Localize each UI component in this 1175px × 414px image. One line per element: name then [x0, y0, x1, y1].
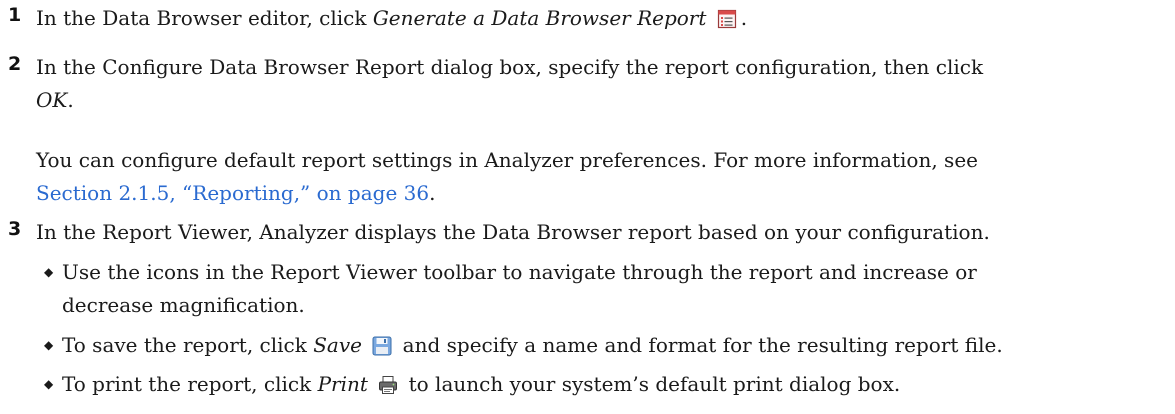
bullet-text-post: to launch your system’s default print di…: [402, 372, 901, 396]
step-text: In the Data Browser editor, click Genera…: [36, 2, 747, 39]
report-icon: [717, 6, 737, 39]
bullet-text: decrease magnification.: [62, 293, 305, 317]
step-text: In the Configure Data Browser Report dia…: [36, 51, 983, 117]
save-icon: [372, 333, 392, 366]
step-text-pre: In the Data Browser editor, click: [36, 6, 373, 30]
print-icon: [378, 372, 398, 405]
note-line: Section 2.1.5, “Reporting,” on page 36.: [36, 177, 978, 210]
bullet-text-pre: To save the report, click: [62, 333, 314, 357]
bullet-icon: ◆: [44, 265, 54, 279]
punctuation: .: [67, 88, 74, 112]
note-text: You can configure default report setting…: [36, 148, 978, 172]
step-number: 3: [8, 218, 22, 240]
bullet-item: ◆ To save the report, click Save and spe…: [44, 329, 1003, 366]
bullet-item: ◆ Use the icons in the Report Viewer too…: [44, 256, 977, 322]
step-number: 1: [8, 4, 22, 26]
bullet-text: Use the icons in the Report Viewer toolb…: [62, 260, 977, 284]
bullet-text-post: and specify a name and format for the re…: [396, 333, 1003, 357]
step-text-line: In the Configure Data Browser Report dia…: [36, 55, 984, 79]
generate-report-command: Generate a Data Browser Report: [372, 6, 707, 30]
step-number: 2: [8, 53, 22, 75]
bullet-icon: ◆: [44, 377, 54, 391]
bullet-text-pre: To print the report, click: [62, 372, 318, 396]
step-text-line: OK.: [36, 84, 983, 117]
save-command: Save: [313, 333, 362, 357]
bullet-item: ◆ To print the report, click Print to la…: [44, 368, 901, 405]
ok-command: OK: [36, 88, 68, 112]
bullet-icon: ◆: [44, 338, 54, 352]
print-command: Print: [317, 372, 368, 396]
step-text: In the Report Viewer, Analyzer displays …: [36, 220, 990, 244]
step-text-post: .: [740, 6, 748, 30]
step-2-note: You can configure default report setting…: [36, 144, 978, 210]
reporting-section-link[interactable]: Section 2.1.5, “Reporting,” on page 36: [36, 181, 429, 205]
instructions-document: 1 In the Data Browser editor, click Gene…: [0, 0, 1175, 414]
punctuation: .: [429, 181, 436, 205]
